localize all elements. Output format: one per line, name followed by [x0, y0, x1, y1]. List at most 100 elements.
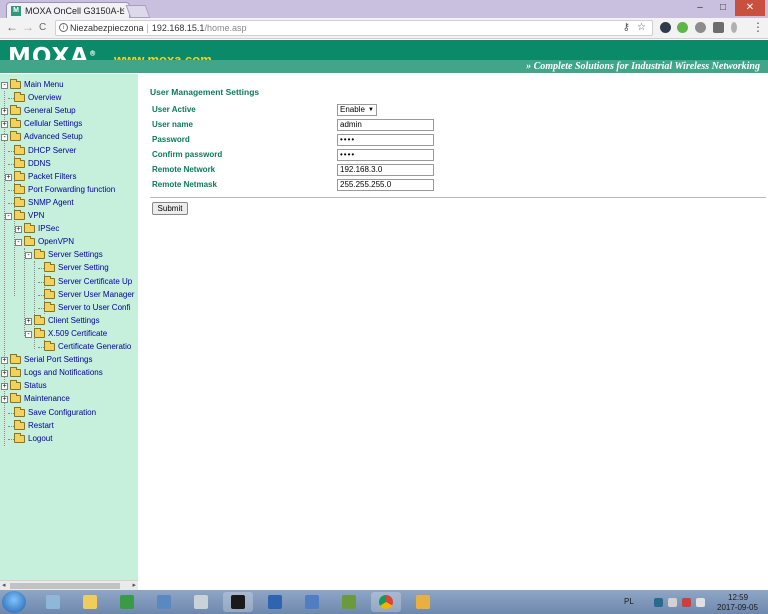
sidebar-item-vpn[interactable]: - VPN — [0, 210, 138, 223]
sidebar-item-openvpn[interactable]: - OpenVPN — [0, 236, 138, 249]
start-button[interactable] — [2, 591, 26, 613]
taskbar-app-library[interactable] — [38, 592, 68, 612]
tab-close-icon[interactable]: × — [120, 5, 125, 15]
expand-icon[interactable]: + — [5, 173, 12, 181]
sidebar-item-ipsec[interactable]: + IPSec — [0, 223, 138, 236]
taskbar-app-paint[interactable] — [408, 592, 438, 612]
sidebar-item-logs-and-notifications[interactable]: + Logs and Notifications — [0, 367, 138, 380]
sidebar-item-label: Certificate Generatio — [58, 342, 132, 351]
sidebar-item-logout[interactable]: Logout — [0, 432, 138, 446]
expand-icon[interactable]: + — [15, 226, 22, 234]
expand-icon[interactable]: + — [1, 357, 8, 365]
collapse-icon[interactable]: - — [1, 134, 8, 142]
sidebar-horizontal-scrollbar[interactable]: ◂ ▸ — [0, 580, 138, 590]
window-maximize-button[interactable]: □ — [712, 0, 734, 16]
expand-icon[interactable]: + — [1, 108, 8, 116]
expand-icon[interactable]: + — [1, 383, 8, 391]
connection-icon — [305, 595, 319, 609]
sidebar-item-save-configuration[interactable]: Save Configuration — [0, 406, 138, 420]
collapse-icon[interactable]: - — [25, 330, 32, 338]
folder-icon — [44, 288, 55, 299]
sidebar-item-main-menu[interactable]: - Main Menu — [0, 79, 138, 92]
sidebar-item-label: DDNS — [28, 158, 51, 168]
extension-check-icon[interactable] — [677, 22, 688, 33]
sidebar-item-label: Port Forwarding function — [28, 184, 116, 194]
language-indicator[interactable]: PL — [624, 597, 634, 606]
confirm-password-input[interactable]: •••• — [337, 149, 434, 161]
extension-grey-icon[interactable] — [695, 22, 706, 33]
sidebar-item-status[interactable]: + Status — [0, 380, 138, 393]
user-active-select[interactable]: Enable ▼ — [337, 104, 377, 116]
sidebar-item-restart[interactable]: Restart — [0, 419, 138, 433]
taskbar-app-chrome[interactable] — [371, 592, 401, 612]
taskbar-app-explorer[interactable] — [75, 592, 105, 612]
sidebar-item-packet-filters[interactable]: + Packet Filters — [0, 170, 138, 184]
sidebar-item-dhcp-server[interactable]: DHCP Server — [0, 144, 138, 158]
taskbar-app-editor[interactable] — [334, 592, 364, 612]
remote-network-input[interactable]: 192.168.3.0 — [337, 164, 434, 176]
taskbar-app-terminal[interactable] — [223, 592, 253, 612]
password-input[interactable]: •••• — [337, 134, 434, 146]
info-icon[interactable]: i — [59, 23, 68, 32]
sidebar-item-maintenance[interactable]: + Maintenance — [0, 393, 138, 406]
taskbar-app-tools[interactable] — [186, 592, 216, 612]
expand-icon[interactable]: + — [1, 370, 8, 378]
window-minimize-button[interactable]: – — [689, 0, 711, 16]
sidebar-item-server-to-user-confi[interactable]: Server to User Confi — [0, 301, 138, 315]
sidebar-item-client-settings[interactable]: + Client Settings — [0, 314, 138, 328]
sidebar-item-certificate-generatio[interactable]: Certificate Generatio — [0, 341, 138, 354]
collapse-icon[interactable]: - — [25, 252, 32, 260]
sidebar-item-general-setup[interactable]: + General Setup — [0, 105, 138, 118]
clock-time[interactable]: 12:59 — [728, 593, 748, 602]
collapse-icon[interactable]: - — [15, 239, 22, 247]
taskbar-app-notes[interactable] — [149, 592, 179, 612]
sidebar-item-ddns[interactable]: DDNS — [0, 157, 138, 171]
collapse-icon[interactable]: - — [5, 213, 12, 220]
remote-netmask-input[interactable]: 255.255.255.0 — [337, 179, 434, 191]
paint-icon — [416, 595, 430, 609]
expand-icon[interactable]: + — [25, 317, 32, 325]
address-bar[interactable]: i Niezabezpieczona | 192.168.15.1/home.asp… — [55, 20, 653, 36]
taskbar-app-network[interactable] — [260, 592, 290, 612]
sidebar-item-serial-port-settings[interactable]: + Serial Port Settings — [0, 354, 138, 367]
browser-tab[interactable]: M MOXA OnCell G3150A-L × — [6, 2, 130, 18]
scroll-right-icon[interactable]: ▸ — [132, 581, 136, 589]
extension-pin-icon[interactable] — [731, 22, 737, 33]
tray-app-icon[interactable] — [654, 598, 663, 607]
main-content: User Management Settings User Active Ena… — [138, 74, 768, 590]
key-icon[interactable]: ⚷ — [623, 21, 630, 35]
sidebar-item-snmp-agent[interactable]: SNMP Agent — [0, 196, 138, 210]
sidebar-item-port-forwarding-function[interactable]: Port Forwarding function — [0, 183, 138, 197]
bookmark-star-icon[interactable]: ☆ — [637, 21, 646, 35]
submit-button[interactable]: Submit — [152, 202, 188, 215]
tray-network-icon[interactable] — [682, 598, 691, 607]
sidebar-item-overview[interactable]: Overview — [0, 92, 138, 105]
sidebar-item-server-setting[interactable]: Server Setting — [0, 262, 138, 275]
folder-icon — [44, 341, 55, 351]
clock-date[interactable]: 2017-09-05 — [717, 603, 758, 612]
taskbar-app-connect[interactable] — [297, 592, 327, 612]
collapse-icon[interactable]: - — [1, 82, 8, 89]
sidebar-item-server-certificate-up[interactable]: Server Certificate Up — [0, 275, 138, 289]
taskbar-app-excel[interactable] — [112, 592, 142, 612]
sidebar-item-x-509-certificate[interactable]: - X.509 Certificate — [0, 327, 138, 341]
expand-icon[interactable]: + — [1, 121, 8, 129]
back-arrow-icon[interactable]: ← — [6, 20, 18, 34]
sidebar-item-advanced-setup[interactable]: - Advanced Setup — [0, 131, 138, 144]
new-tab-button[interactable] — [125, 5, 151, 18]
sidebar-item-server-user-manager[interactable]: Server User Manager — [0, 288, 138, 302]
forward-arrow-icon[interactable]: → — [22, 20, 34, 34]
browser-menu-icon[interactable]: ⋮ — [752, 20, 764, 34]
tray-flag-icon[interactable] — [668, 598, 677, 607]
scroll-left-icon[interactable]: ◂ — [2, 581, 6, 589]
expand-icon[interactable]: + — [1, 396, 8, 404]
scrollbar-thumb[interactable] — [10, 583, 120, 589]
user-name-input[interactable]: admin — [337, 119, 434, 131]
tray-volume-icon[interactable] — [696, 598, 705, 607]
extension-square-icon[interactable] — [713, 22, 724, 33]
sidebar-item-server-settings[interactable]: - Server Settings — [0, 249, 138, 262]
sidebar-item-cellular-settings[interactable]: + Cellular Settings — [0, 118, 138, 131]
window-close-button[interactable]: ✕ — [735, 0, 765, 16]
extension-icon[interactable] — [660, 22, 671, 33]
reload-icon[interactable]: C — [39, 22, 46, 33]
